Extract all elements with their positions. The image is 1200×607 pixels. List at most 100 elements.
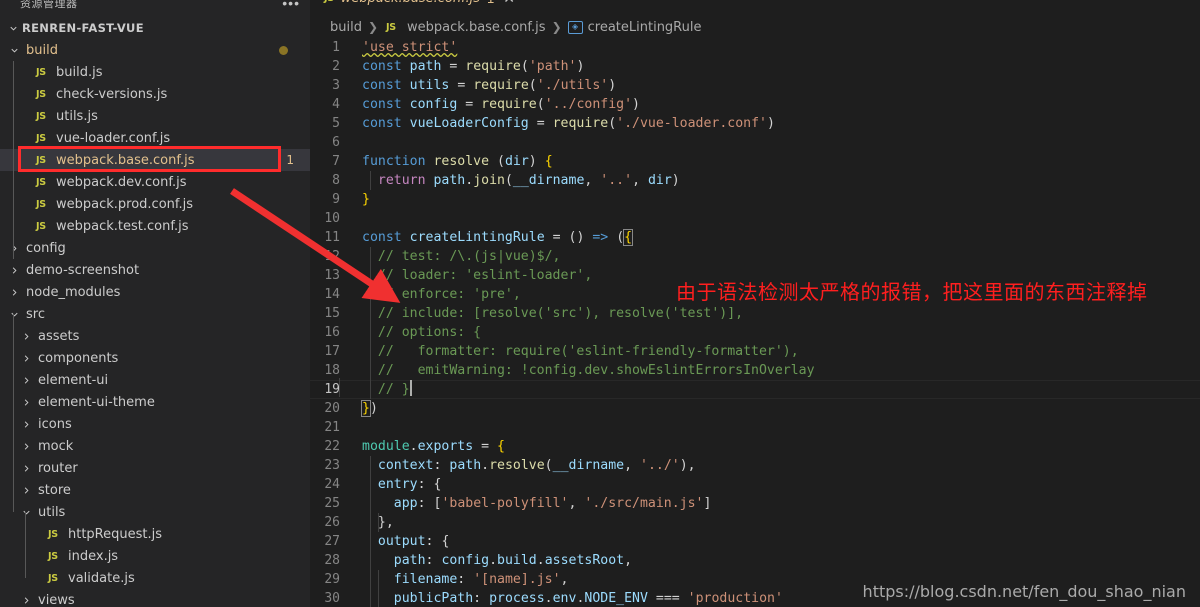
breadcrumb-folder[interactable]: build bbox=[330, 20, 362, 35]
chevron-right-icon bbox=[18, 438, 34, 454]
tree-item-label: views bbox=[38, 592, 75, 607]
code-line[interactable]: 19 // } bbox=[310, 378, 1200, 399]
code-line[interactable]: 26 }, bbox=[310, 513, 1200, 532]
code-line[interactable]: 9} bbox=[310, 190, 1200, 209]
code-line[interactable]: 12 // test: /\.(js|vue)$/, bbox=[310, 247, 1200, 266]
tree-folder-store[interactable]: store bbox=[0, 479, 310, 501]
tree-folder-components[interactable]: components bbox=[0, 347, 310, 369]
line-number: 21 bbox=[324, 420, 340, 435]
code-line[interactable]: 1 'use strict' bbox=[310, 38, 1200, 57]
js-icon: JS bbox=[36, 220, 46, 232]
chevron-right-icon bbox=[18, 372, 34, 388]
chevron-right-icon bbox=[18, 350, 34, 366]
tree-folder-build[interactable]: build bbox=[0, 39, 310, 61]
tree-file-utils-js[interactable]: JS utils.js bbox=[0, 105, 310, 127]
breadcrumb-file[interactable]: JS webpack.base.conf.js bbox=[384, 20, 546, 35]
tree-file-webpack-test-conf-js[interactable]: JS webpack.test.conf.js bbox=[0, 215, 310, 237]
tree-folder-src[interactable]: src bbox=[0, 303, 310, 325]
code-line[interactable]: 2 const path = require('path') bbox=[310, 57, 1200, 76]
js-icon: JS bbox=[36, 176, 46, 188]
line-number: 18 bbox=[324, 363, 340, 378]
code-line[interactable]: 15 // include: [resolve('src'), resolve(… bbox=[310, 304, 1200, 323]
tree-item-label: build.js bbox=[56, 64, 103, 80]
code-line[interactable]: 20}) bbox=[310, 399, 1200, 418]
tree-file-build-js[interactable]: JS build.js bbox=[0, 61, 310, 83]
code-editor-content[interactable]: 1 'use strict' 2 const path = require('path… bbox=[310, 38, 1200, 607]
line-number: 29 bbox=[324, 572, 340, 587]
tree-folder-mock[interactable]: mock bbox=[0, 435, 310, 457]
chevron-right-icon bbox=[6, 284, 22, 300]
tree-file-index-js[interactable]: JS index.js bbox=[0, 545, 310, 567]
tree-file-check-versions-js[interactable]: JS check-versions.js bbox=[0, 83, 310, 105]
line-number: 15 bbox=[324, 306, 340, 321]
tree-folder-router[interactable]: router bbox=[0, 457, 310, 479]
workspace-root-row[interactable]: RENREN-FAST-VUE bbox=[0, 17, 310, 39]
tree-folder-element-ui-theme[interactable]: element-ui-theme bbox=[0, 391, 310, 413]
code-line[interactable]: 10 bbox=[310, 209, 1200, 228]
tree-folder-demo-screenshot[interactable]: demo-screenshot bbox=[0, 259, 310, 281]
tree-item-label: components bbox=[38, 350, 119, 366]
tree-folder-utils[interactable]: utils bbox=[0, 501, 310, 523]
js-icon: JS bbox=[36, 110, 46, 122]
line-number: 26 bbox=[324, 515, 340, 530]
line-number: 10 bbox=[324, 211, 340, 226]
tree-folder-assets[interactable]: assets bbox=[0, 325, 310, 347]
code-line[interactable]: 5 const vueLoaderConfig = require('./vue-… bbox=[310, 114, 1200, 133]
code-line[interactable]: 27 output: { bbox=[310, 532, 1200, 551]
line-number: 28 bbox=[324, 553, 340, 568]
line-number: 24 bbox=[324, 477, 340, 492]
ellipsis-icon[interactable]: ••• bbox=[282, 0, 300, 10]
code-line[interactable]: 11 const createLintingRule = () => ({ bbox=[310, 228, 1200, 247]
code-line-text: entry: { bbox=[377, 477, 442, 492]
code-line-text: const vueLoaderConfig = require('./vue-l… bbox=[362, 116, 775, 131]
code-indent-guide bbox=[370, 456, 371, 607]
line-number: 22 bbox=[324, 439, 340, 454]
code-line[interactable]: 3 const utils = require('./utils') bbox=[310, 76, 1200, 95]
tree-folder-views[interactable]: views bbox=[0, 589, 310, 607]
code-line-text: app: ['babel-polyfill', './src/main.js'] bbox=[393, 496, 712, 511]
code-line[interactable]: 4 const config = require('../config') bbox=[310, 95, 1200, 114]
tree-item-label: icons bbox=[38, 416, 72, 432]
chevron-down-icon bbox=[6, 21, 20, 35]
watermark-url: https://blog.csdn.net/fen_dou_shao_nian bbox=[862, 582, 1186, 601]
code-line[interactable]: 17 // formatter: require('eslint-friendl… bbox=[310, 342, 1200, 361]
close-icon[interactable]: ✕ bbox=[503, 0, 515, 5]
tree-file-vue-loader-conf-js[interactable]: JS vue-loader.conf.js bbox=[0, 127, 310, 149]
js-icon: JS bbox=[322, 0, 334, 4]
tree-item-label: webpack.dev.conf.js bbox=[56, 174, 187, 190]
code-line-text: // test: /\.(js|vue)$/, bbox=[377, 249, 561, 264]
tree-folder-icons[interactable]: icons bbox=[0, 413, 310, 435]
chevron-right-icon bbox=[18, 460, 34, 476]
code-line-text: filename: '[name].js', bbox=[393, 572, 569, 587]
code-line[interactable]: 28 path: config.build.assetsRoot, bbox=[310, 551, 1200, 570]
code-line[interactable]: 24 entry: { bbox=[310, 475, 1200, 494]
code-line[interactable]: 23 context: path.resolve(__dirname, '../… bbox=[310, 456, 1200, 475]
tree-folder-config[interactable]: config bbox=[0, 237, 310, 259]
breadcrumb-symbol[interactable]: ◈ createLintingRule bbox=[567, 20, 701, 35]
line-number: 25 bbox=[324, 496, 340, 511]
tab-dirty-indicator: 1 bbox=[487, 0, 494, 6]
code-line[interactable]: 21 bbox=[310, 418, 1200, 437]
tree-item-label: validate.js bbox=[68, 570, 135, 586]
chevron-down-icon bbox=[6, 306, 22, 322]
code-line[interactable]: 6 bbox=[310, 133, 1200, 152]
tree-item-label: element-ui bbox=[38, 372, 109, 388]
tree-file-validate-js[interactable]: JS validate.js bbox=[0, 567, 310, 589]
tree-folder-element-ui[interactable]: element-ui bbox=[0, 369, 310, 391]
tree-folder-node-modules[interactable]: node_modules bbox=[0, 281, 310, 303]
method-symbol-icon: ◈ bbox=[567, 20, 583, 34]
code-line[interactable]: 8 return path.join(__dirname, '..', dir) bbox=[310, 171, 1200, 190]
code-line[interactable]: 25 app: ['babel-polyfill', './src/main.j… bbox=[310, 494, 1200, 513]
line-number: 17 bbox=[324, 344, 340, 359]
code-line[interactable]: 22 module.exports = { bbox=[310, 437, 1200, 456]
tree-file-webpack-base-conf-js[interactable]: JS webpack.base.conf.js 1 bbox=[0, 149, 310, 171]
tree-file-httprequest-js[interactable]: JS httpRequest.js bbox=[0, 523, 310, 545]
tree-file-webpack-dev-conf-js[interactable]: JS webpack.dev.conf.js bbox=[0, 171, 310, 193]
code-line[interactable]: 16 // options: { bbox=[310, 323, 1200, 342]
code-line-text: const config = require('../config') bbox=[362, 97, 640, 112]
code-line[interactable]: 7 function resolve (dir) { bbox=[310, 152, 1200, 171]
tab-webpack-base-conf[interactable]: JS webpack.base.conf.js 1 ✕ bbox=[310, 0, 525, 15]
tree-item-label: src bbox=[26, 306, 45, 322]
code-line[interactable]: 18 // emitWarning: !config.dev.showEslin… bbox=[310, 361, 1200, 380]
tree-file-webpack-prod-conf-js[interactable]: JS webpack.prod.conf.js bbox=[0, 193, 310, 215]
